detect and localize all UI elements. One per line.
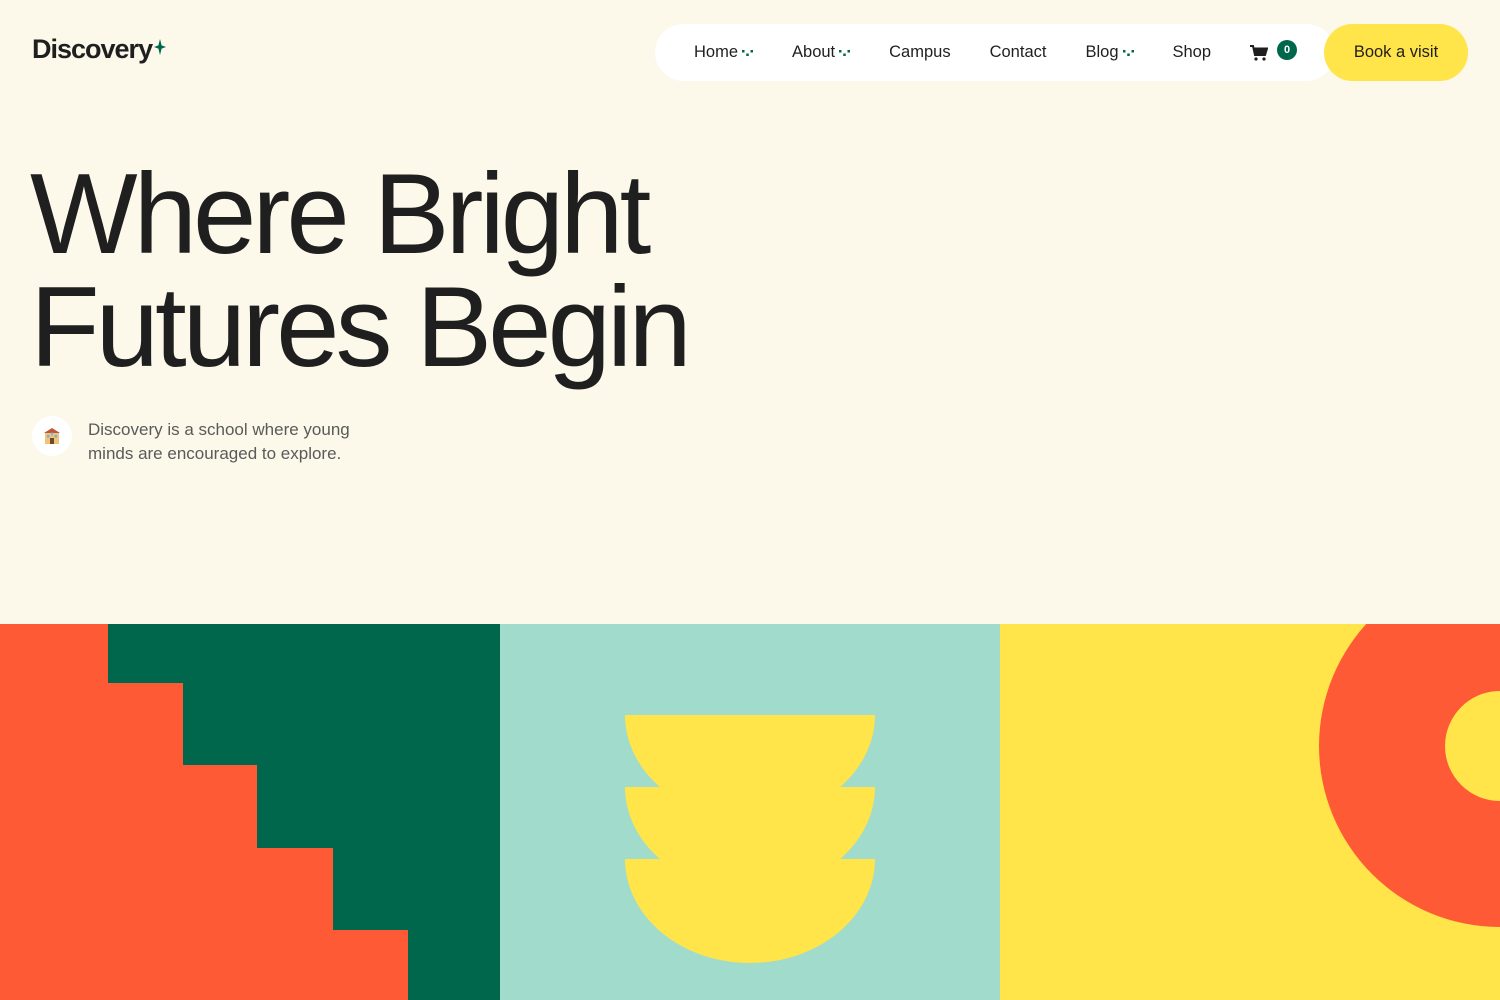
- hero-title-line1: Where Bright: [30, 151, 651, 278]
- nav-item-label: About: [792, 43, 836, 61]
- dropdown-dots-icon: [839, 49, 851, 56]
- sparkle-icon: [154, 39, 167, 55]
- nav-item-label: Campus: [889, 43, 951, 61]
- nav-item-shop[interactable]: Shop: [1173, 43, 1212, 62]
- dropdown-dots-icon: [1122, 49, 1134, 56]
- brand-logo[interactable]: Discovery: [32, 34, 167, 65]
- cart-count-badge: 0: [1277, 39, 1298, 60]
- cart-icon: [1250, 44, 1269, 61]
- nav-item-campus[interactable]: Campus: [889, 43, 950, 62]
- nav-item-blog[interactable]: Blog: [1085, 43, 1134, 62]
- brand-name: Discovery: [32, 34, 153, 64]
- nav-item-contact[interactable]: Contact: [990, 43, 1047, 62]
- stairs-illustration: [108, 624, 500, 1000]
- hero-intro-text: Discovery is a school where young minds …: [88, 420, 350, 463]
- stacked-bowls-illustration: [625, 715, 875, 963]
- nav-item-label: Shop: [1172, 43, 1212, 61]
- ring-illustration: [1319, 624, 1500, 927]
- hero-intro: Discovery is a school where young minds …: [32, 416, 388, 466]
- decor-panel-ring: [1000, 624, 1500, 1000]
- book-visit-button[interactable]: Book a visit: [1324, 24, 1468, 81]
- nav-item-label: Contact: [989, 43, 1047, 61]
- cart-button[interactable]: 0: [1250, 39, 1298, 61]
- hero-title-line2: Futures Begin: [30, 264, 692, 391]
- dropdown-dots-icon: [742, 49, 754, 56]
- nav-item-label: Blog: [1085, 43, 1119, 61]
- main-nav: Home About Campus Contact Blog Shop 0: [655, 24, 1335, 81]
- hero-title: Where Bright Futures Begin: [30, 151, 692, 391]
- decor-panel-stacked-bowls: [500, 624, 1000, 1000]
- decor-panel-stairs: [0, 624, 500, 1000]
- nav-item-label: Home: [694, 43, 739, 61]
- nav-item-home[interactable]: Home: [694, 43, 754, 62]
- nav-item-about[interactable]: About: [792, 43, 851, 62]
- school-building-icon: [32, 416, 72, 456]
